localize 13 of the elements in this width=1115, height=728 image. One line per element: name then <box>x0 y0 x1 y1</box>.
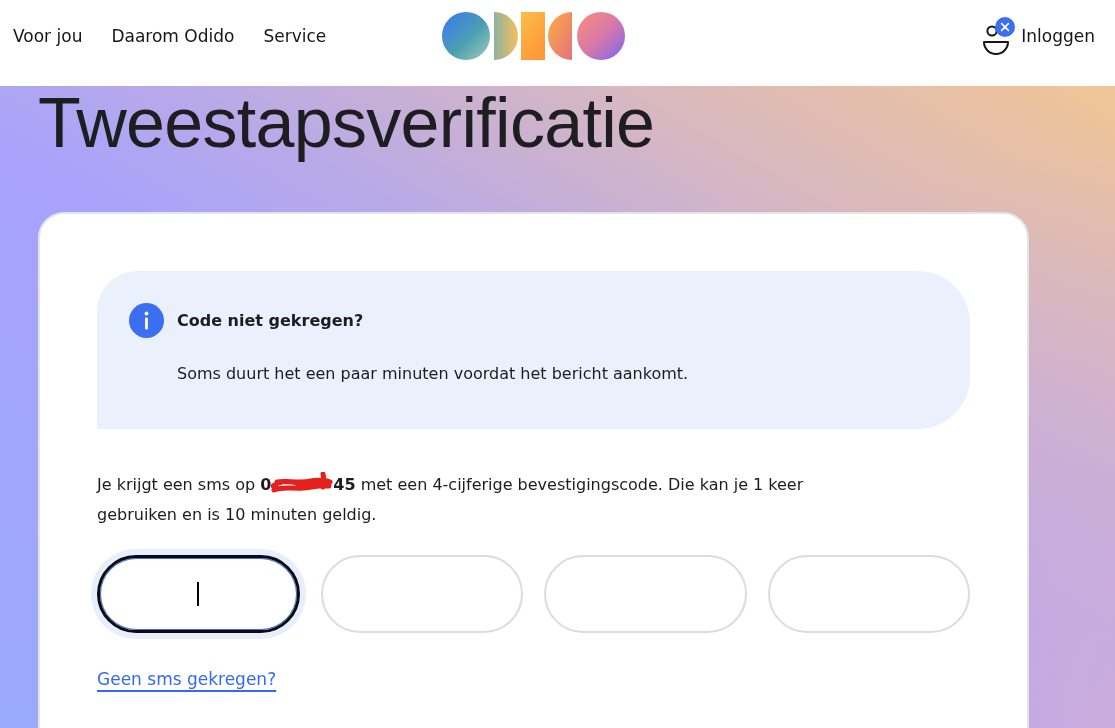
info-icon <box>129 303 164 338</box>
nav-link[interactable]: Voor jou <box>13 26 83 46</box>
nav-link[interactable]: Daarom Odido <box>111 26 235 46</box>
info-text: Soms duurt het een paar minuten voordat het bericht aankomt. <box>177 363 690 385</box>
logo-icon[interactable] <box>442 12 625 60</box>
user-icon <box>983 25 1010 55</box>
login-button[interactable]: Inloggen <box>983 12 1095 60</box>
cross-badge-icon <box>995 17 1016 37</box>
text-cursor-icon <box>197 582 200 606</box>
info-title: Code niet gekregen? <box>177 309 365 332</box>
nav-link[interactable]: Service <box>263 26 327 46</box>
sms-notice-text: Je krijgt een sms op 0 45 met een 4-cijferige bevestigingscode. Die kan je 1 keer gebruiken en is 10 minuten geldig. <box>97 470 857 530</box>
no-sms-link[interactable]: Geen sms gekregen? <box>97 669 277 689</box>
